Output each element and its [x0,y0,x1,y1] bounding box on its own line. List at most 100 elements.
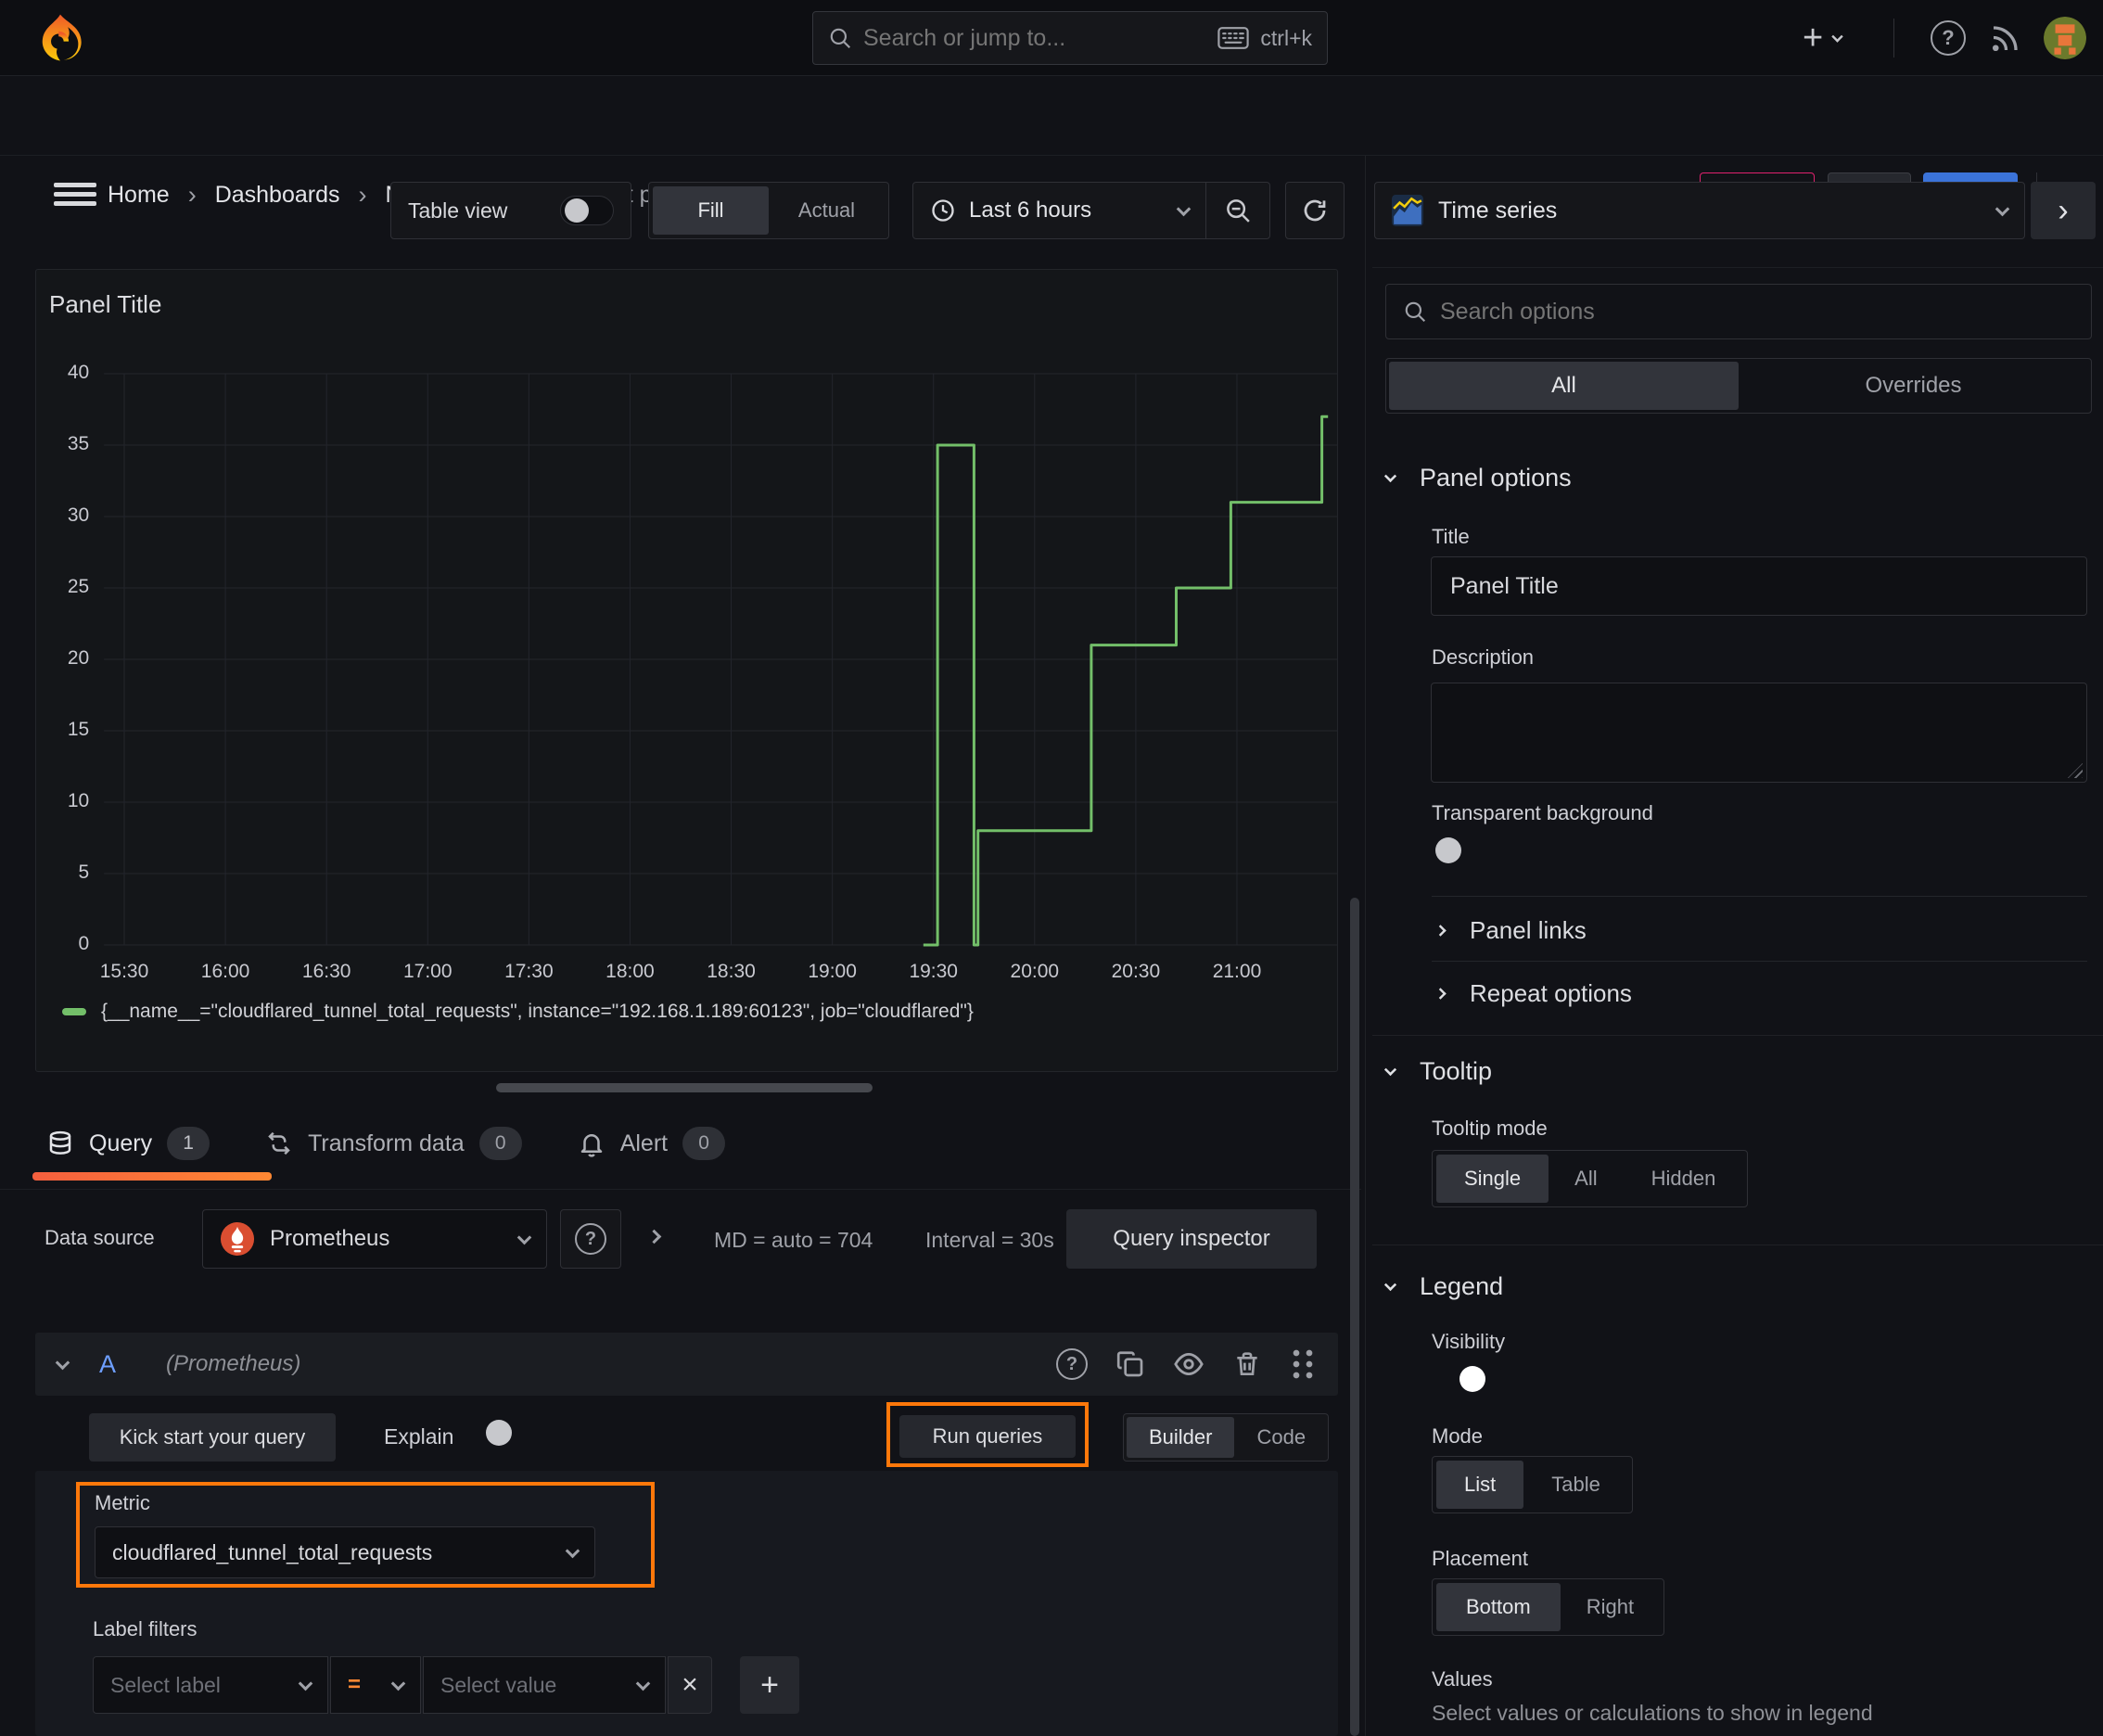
refresh-button[interactable] [1285,182,1345,239]
query-row-header[interactable]: A (Prometheus) ? [35,1333,1338,1396]
news-button[interactable] [1988,22,2021,56]
x-axis-tick: 20:30 [1111,961,1161,982]
refresh-icon [1304,199,1326,222]
description-textarea[interactable] [1431,683,2087,783]
toggle-query-visibility-button[interactable] [1173,1348,1204,1380]
divider [1432,961,2087,962]
time-series-chart[interactable] [36,270,1339,1073]
grafana-logo[interactable] [33,11,87,65]
datasource-name: Prometheus [270,1226,390,1251]
legend-placement-right[interactable]: Right [1561,1583,1660,1631]
display-mode-actual[interactable]: Actual [769,186,885,235]
trash-icon [1237,1352,1257,1375]
legend-mode-table[interactable]: Table [1523,1461,1628,1509]
add-filter-button[interactable]: + [740,1656,799,1714]
table-view-toggle[interactable] [560,196,614,225]
legend-heading: Legend [1420,1272,1504,1300]
query-mode-code[interactable]: Code [1234,1417,1328,1458]
toggle-knob [1435,837,1461,863]
breadcrumb-bar: Home › Dashboards › New dashboard › Edit… [0,76,2103,217]
drag-handle-icon[interactable] [1290,1347,1316,1381]
tab-alert-count: 0 [682,1127,726,1160]
options-tab-all[interactable]: All [1389,362,1739,410]
tooltip-header[interactable]: Tooltip [1383,1057,1492,1086]
tab-query[interactable]: Query 1 [46,1127,210,1160]
panel-title-input[interactable] [1431,556,2087,616]
active-tab-underline [32,1172,272,1181]
run-queries-button[interactable]: Run queries [899,1415,1076,1458]
x-axis-tick: 21:00 [1212,961,1262,982]
filter-label-placeholder: Select label [110,1672,221,1697]
query-mode-builder[interactable]: Builder [1127,1417,1235,1458]
filter-value-select[interactable]: Select value [423,1656,666,1714]
tab-alert[interactable]: Alert 0 [578,1127,726,1160]
copy-icon [1116,1351,1143,1377]
repeat-options-row[interactable]: Repeat options [1434,979,1632,1008]
table-view-label: Table view [408,198,508,223]
expand-options-chevron[interactable] [646,1229,662,1245]
tab-transform[interactable]: Transform data 0 [265,1127,522,1160]
filter-operator-value: = [348,1672,362,1697]
time-range-button[interactable]: Last 6 hours [913,183,1205,238]
tooltip-mode-all[interactable]: All [1549,1155,1623,1203]
stats-max-datapoints: MD = auto = 704 [714,1228,873,1252]
display-mode-fill[interactable]: Fill [653,186,769,235]
chevron-down-icon [1176,201,1192,216]
options-search-box[interactable] [1385,284,2092,339]
legend-series-color[interactable] [62,1008,86,1015]
hamburger-icon [54,201,96,206]
delete-query-button[interactable] [1232,1349,1262,1379]
toggle-viz-pane-button[interactable]: › [2031,182,2096,239]
breadcrumb-dashboards[interactable]: Dashboards [215,182,340,209]
options-tab-overrides[interactable]: Overrides [1739,362,2088,410]
add-new-button[interactable]: + [1803,19,1843,57]
datasource-help-button[interactable]: ? [560,1209,621,1269]
datasource-picker-value: Prometheus [220,1221,389,1257]
filter-operator-select[interactable]: = [330,1656,421,1714]
global-search-box[interactable]: ctrl+k [812,11,1328,65]
legend-placement-bottom[interactable]: Bottom [1436,1583,1561,1631]
legend-mode-list[interactable]: List [1436,1461,1524,1509]
kick-start-button[interactable]: Kick start your query [89,1413,336,1462]
y-axis-tick: 30 [67,504,90,526]
options-tabs: All Overrides [1385,358,2092,414]
repeat-options-label: Repeat options [1470,979,1632,1007]
panel-links-row[interactable]: Panel links [1434,916,1587,945]
y-axis-tick: 15 [67,719,90,740]
duplicate-query-button[interactable] [1115,1349,1145,1379]
breadcrumb-home[interactable]: Home [108,182,170,209]
legend-header[interactable]: Legend [1383,1272,1504,1301]
query-inspector-button[interactable]: Query inspector [1066,1209,1317,1269]
menu-toggle[interactable] [54,183,96,207]
title-field-label: Title [1432,525,1470,548]
legend-series-name[interactable]: {__name__="cloudflared_tunnel_total_requ… [101,1001,974,1023]
tab-query-label: Query [89,1130,153,1156]
x-axis-tick: 15:30 [99,961,149,982]
visualization-picker[interactable]: Time series [1374,182,2025,239]
hamburger-icon [54,192,96,197]
description-field-label: Description [1432,645,1535,669]
metric-select[interactable]: cloudflared_tunnel_total_requests [95,1526,595,1578]
search-input[interactable] [863,24,1207,52]
filter-label-select[interactable]: Select label [93,1656,328,1714]
query-help-button[interactable]: ? [1056,1348,1088,1380]
datasource-picker[interactable]: Prometheus [202,1209,547,1269]
options-search-input[interactable] [1440,298,2074,326]
user-avatar[interactable] [2044,17,2086,59]
chevron-down-icon [1995,201,2010,216]
zoom-out-time-button[interactable] [1206,183,1269,238]
panel-resize-handle[interactable] [496,1083,873,1092]
y-axis-tick: 35 [67,433,90,454]
panel-options-header[interactable]: Panel options [1383,464,1572,492]
chevron-down-icon [1831,30,1843,43]
help-button[interactable]: ? [1931,20,1966,56]
close-icon: × [682,1669,698,1700]
collapse-query-chevron[interactable] [55,1355,70,1370]
tooltip-mode-hidden[interactable]: Hidden [1624,1155,1744,1203]
remove-filter-button[interactable]: × [668,1656,712,1714]
y-axis-tick: 40 [67,362,90,383]
chevron-down-icon [1383,1063,1397,1077]
tooltip-mode-single[interactable]: Single [1436,1155,1549,1203]
scrollbar-thumb[interactable] [1350,898,1359,1736]
query-mode-segmented: Builder Code [1123,1413,1329,1462]
